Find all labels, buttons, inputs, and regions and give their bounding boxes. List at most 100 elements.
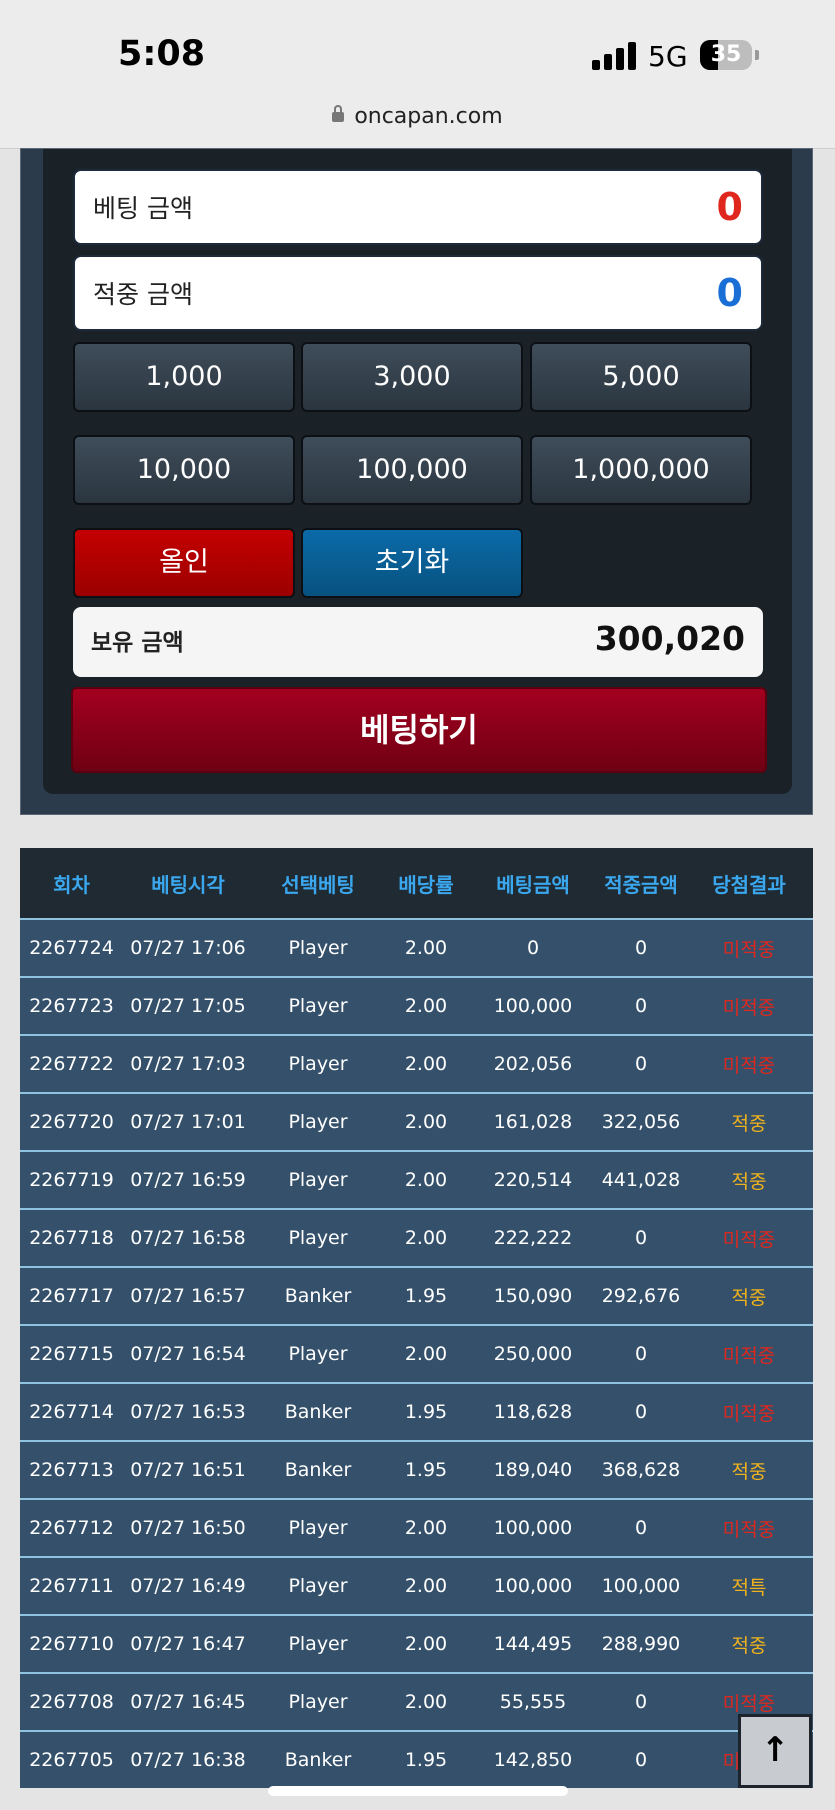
url-text: oncapan.com <box>354 104 503 129</box>
cell-win-amount: 0 <box>634 937 648 959</box>
cell-bet-amount: 100,000 <box>493 1517 573 1539</box>
table-row: 2267714 07/27 16:53 Banker 1.95 118,628 0 미적중 <box>20 1382 813 1440</box>
cell-win-amount: 441,028 <box>601 1169 681 1191</box>
cell-odds: 2.00 <box>404 1575 448 1597</box>
cell-odds: 1.95 <box>404 1401 448 1423</box>
cell-bet-amount: 222,222 <box>493 1227 573 1249</box>
lock-icon <box>332 105 345 122</box>
header-bet-amount: 베팅금액 <box>496 872 570 897</box>
battery-tip <box>755 50 759 60</box>
cell-round: 2267708 <box>29 1691 114 1713</box>
table-row: 2267724 07/27 17:06 Player 2.00 0 0 미적중 <box>20 918 813 976</box>
cell-bet-time: 07/27 16:58 <box>130 1227 246 1249</box>
cell-bet-amount: 161,028 <box>493 1111 573 1133</box>
header-bet-time: 베팅시각 <box>151 872 225 897</box>
cell-result: 적중 <box>731 1460 767 1483</box>
cell-choice: Player <box>288 937 348 959</box>
cell-result: 적중 <box>731 1286 767 1309</box>
cell-odds: 2.00 <box>404 1633 448 1655</box>
holding-amount-label: 보유 금액 <box>91 630 184 656</box>
cell-result: 적중 <box>731 1170 767 1193</box>
cell-bet-time: 07/27 17:01 <box>130 1111 246 1133</box>
reset-button[interactable]: 초기화 <box>301 528 523 598</box>
header-choice: 선택베팅 <box>281 872 355 897</box>
cell-win-amount: 0 <box>634 1227 648 1249</box>
chip-3000-button[interactable]: 3,000 <box>301 342 523 412</box>
cell-round: 2267720 <box>29 1111 114 1133</box>
chip-100000-button[interactable]: 100,000 <box>301 435 523 505</box>
cell-choice: Player <box>288 1111 348 1133</box>
cell-choice: Player <box>288 1691 348 1713</box>
table-row: 2267718 07/27 16:58 Player 2.00 222,222 0 미적중 <box>20 1208 813 1266</box>
cell-choice: Player <box>288 1227 348 1249</box>
cell-choice: Banker <box>284 1401 352 1423</box>
cell-result: 미적중 <box>722 938 776 961</box>
win-amount-field: 적중 금액 0 <box>73 255 763 331</box>
cell-choice: Player <box>288 1575 348 1597</box>
cell-round: 2267711 <box>29 1575 114 1597</box>
table-row: 2267723 07/27 17:05 Player 2.00 100,000 0 미적중 <box>20 976 813 1034</box>
cell-odds: 2.00 <box>404 1111 448 1133</box>
table-row: 2267712 07/27 16:50 Player 2.00 100,000 0 미적중 <box>20 1498 813 1556</box>
cell-round: 2267714 <box>29 1401 114 1423</box>
cell-choice: Player <box>288 1517 348 1539</box>
cell-odds: 2.00 <box>404 995 448 1017</box>
cell-result: 미적중 <box>722 996 776 1019</box>
address-bar[interactable]: oncapan.com <box>0 104 835 129</box>
cell-bet-time: 07/27 17:06 <box>130 937 246 959</box>
bet-amount-value: 0 <box>716 185 743 229</box>
chip-1000000-button[interactable]: 1,000,000 <box>530 435 752 505</box>
table-row: 2267713 07/27 16:51 Banker 1.95 189,040 368,6… <box>20 1440 813 1498</box>
cell-bet-amount: 202,056 <box>493 1053 573 1075</box>
cell-result: 미적중 <box>722 1518 776 1541</box>
cell-bet-time: 07/27 16:49 <box>130 1575 246 1597</box>
cell-bet-amount: 144,495 <box>493 1633 573 1655</box>
chip-10000-button[interactable]: 10,000 <box>73 435 295 505</box>
win-amount-label: 적중 금액 <box>93 280 193 309</box>
header-odds: 배당률 <box>398 872 454 897</box>
status-bar: 5:08 5G 35 oncapan.com <box>0 0 835 149</box>
cell-win-amount: 292,676 <box>601 1285 681 1307</box>
chip-5000-button[interactable]: 5,000 <box>530 342 752 412</box>
bet-amount-field: 베팅 금액 0 <box>73 169 763 245</box>
cell-round: 2267705 <box>29 1749 114 1771</box>
cell-round: 2267712 <box>29 1517 114 1539</box>
cell-win-amount: 322,056 <box>601 1111 681 1133</box>
cell-bet-amount: 100,000 <box>493 995 573 1017</box>
cell-odds: 1.95 <box>404 1459 448 1481</box>
clock: 5:08 <box>118 34 206 74</box>
cell-round: 2267719 <box>29 1169 114 1191</box>
bet-history-table: 회차 베팅시각 선택베팅 배당률 베팅금액 적중금액 당첨결과 2267724 0… <box>20 848 813 1788</box>
all-in-button[interactable]: 올인 <box>73 528 295 598</box>
scroll-to-top-button[interactable]: ↑ <box>738 1714 812 1788</box>
battery-level: 35 <box>710 42 742 67</box>
cell-bet-amount: 0 <box>526 937 540 959</box>
cell-odds: 2.00 <box>404 1169 448 1191</box>
cell-odds: 2.00 <box>404 1517 448 1539</box>
win-amount-value: 0 <box>716 271 743 315</box>
cell-bet-time: 07/27 16:53 <box>130 1401 246 1423</box>
holding-amount-field: 보유 금액 300,020 <box>73 607 763 677</box>
cell-win-amount: 100,000 <box>601 1575 681 1597</box>
header-result: 당첨결과 <box>712 872 786 897</box>
table-row: 2267717 07/27 16:57 Banker 1.95 150,090 292,6… <box>20 1266 813 1324</box>
table-row: 2267720 07/27 17:01 Player 2.00 161,028 322,0… <box>20 1092 813 1150</box>
place-bet-button[interactable]: 베팅하기 <box>71 687 767 773</box>
cell-odds: 2.00 <box>404 937 448 959</box>
cell-win-amount: 0 <box>634 1517 648 1539</box>
bet-panel: 베팅 금액 0 적중 금액 0 1,000 3,000 5,000 10,000… <box>43 149 792 794</box>
cell-odds: 1.95 <box>404 1285 448 1307</box>
cell-round: 2267713 <box>29 1459 114 1481</box>
chip-1000-button[interactable]: 1,000 <box>73 342 295 412</box>
cell-result: 적특 <box>731 1576 767 1599</box>
header-round: 회차 <box>53 872 90 897</box>
cell-round: 2267715 <box>29 1343 114 1365</box>
cell-bet-amount: 220,514 <box>493 1169 573 1191</box>
table-body: 2267724 07/27 17:06 Player 2.00 0 0 미적중 2267723… <box>20 918 813 1788</box>
cell-odds: 1.95 <box>404 1749 448 1771</box>
cell-bet-time: 07/27 17:03 <box>130 1053 246 1075</box>
cell-win-amount: 0 <box>634 1749 648 1771</box>
cell-result: 적중 <box>731 1112 767 1135</box>
cell-result: 미적중 <box>722 1402 776 1425</box>
cell-round: 2267718 <box>29 1227 114 1249</box>
